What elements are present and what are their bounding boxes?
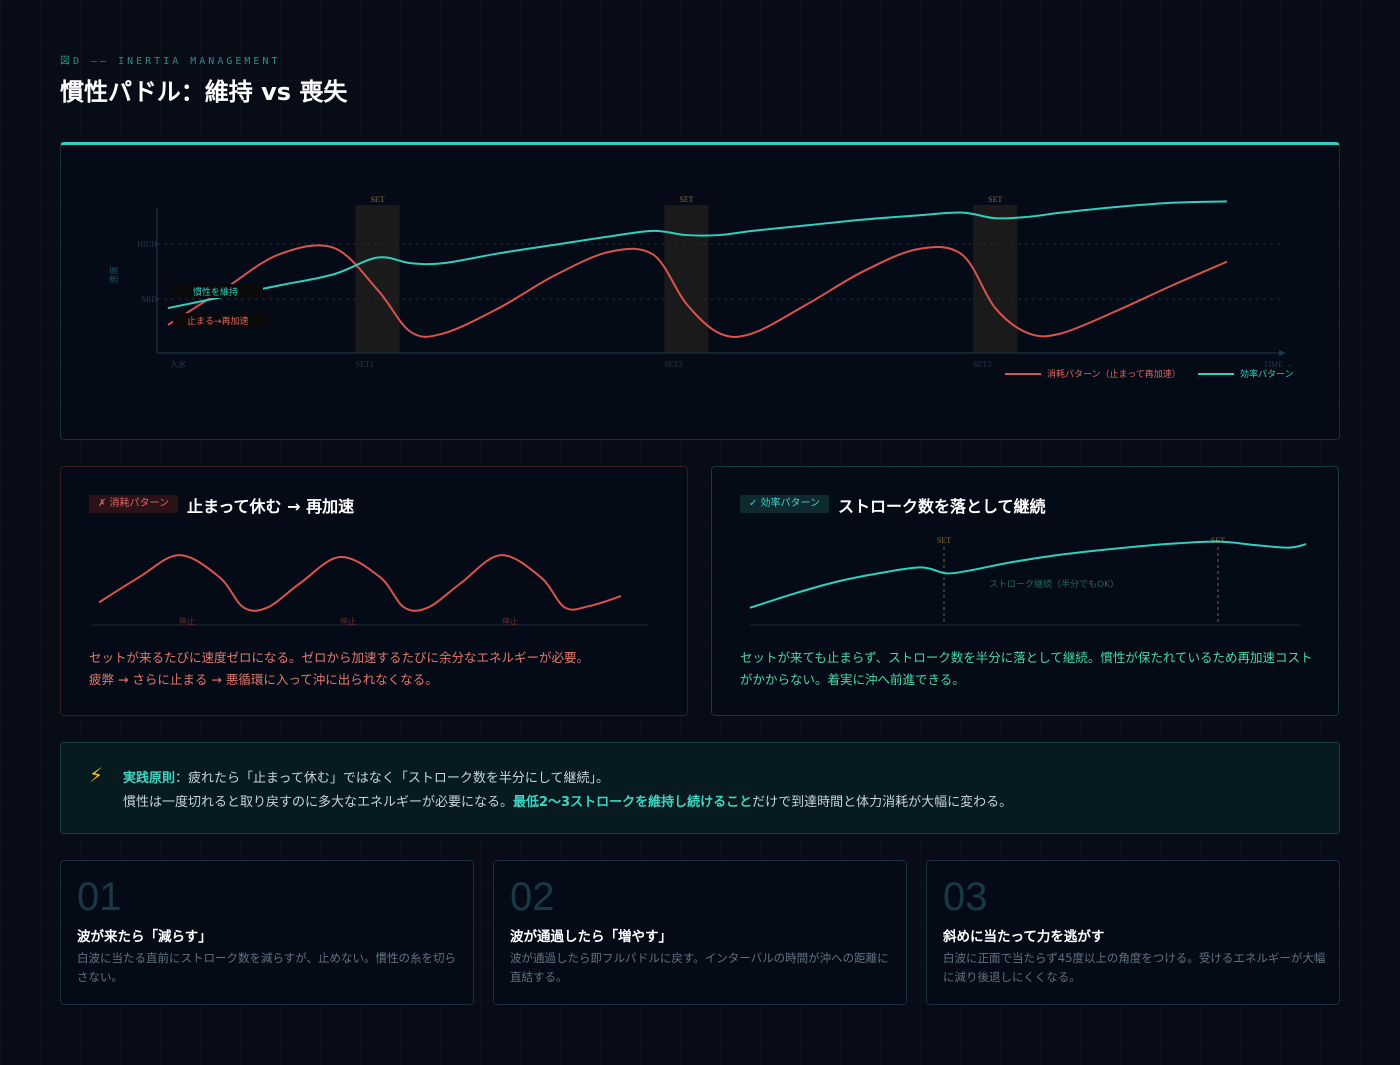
tip-card-1: 01 波が来たら「減らす」 白波に当たる直前にストローク数を減らすが、止めない。… — [60, 860, 474, 1005]
efficient-card-desc: セットが来ても止まらず、ストローク数を半分に落として継続。慣性が保たれているため… — [740, 647, 1320, 691]
x-tick-label: SET2 — [664, 360, 682, 369]
set-label: SET — [937, 536, 951, 545]
tip-desc: 白波に当たる直前にストローク数を減らすが、止めない。慣性の糸を切らさない。 — [77, 951, 457, 984]
stop-label: 停止 — [340, 616, 356, 626]
y-tick-label: MID — [141, 295, 157, 304]
waste-card-title: 止まって休む → 再加速 — [187, 497, 355, 516]
efficient-desc-line1: セットが来ても止まらず、ストローク数を半分に落として継続。慣性が保たれているため… — [740, 650, 1313, 665]
main-chart-panel: SET SET SET HIGH MID 速度 TIME → 入水 SET1 SET2 SET3 慣性… — [60, 142, 1340, 440]
principle-line2-b: だけで到達時間と体力消耗が大幅に変わる。 — [752, 795, 1013, 810]
principle-line1-text: ：疲れたら「止まって休む」ではなく「ストローク数を半分にして継続」。 — [175, 771, 609, 786]
tip-desc: 波が通過したら即フルパドルに戻す。インターバルの時間が沖への距離に直結する。 — [510, 951, 889, 984]
principle-line2-a: 慣性は一度切れると取り戻すのに多大なエネルギーが必要になる。 — [123, 795, 514, 810]
waste-badge: ✗ 消耗パターン — [89, 495, 179, 513]
efficient-mini-chart: SET SET ストローク継続（半分でもOK） — [749, 536, 1307, 626]
main-chart: SET SET SET HIGH MID 速度 TIME → 入水 SET1 SET2 SET3 慣性… — [108, 195, 1294, 380]
x-tick-label: 入水 — [170, 359, 186, 369]
efficient-badge: ✓ 効率パターン — [740, 495, 830, 513]
efficient-mini-line — [749, 540, 1307, 609]
tip-title: 斜めに当たって力を逃がす — [943, 929, 1105, 945]
set-band — [355, 205, 400, 353]
x-axis-label: TIME → — [1263, 360, 1293, 369]
legend-label: 効率パターン — [1240, 368, 1294, 380]
set-label: SET — [370, 195, 384, 204]
efficient-desc-line2: がかからない。着実に沖へ前進できる。 — [740, 672, 965, 687]
lightning-icon: ⚡ — [89, 763, 104, 787]
tip-number: 03 — [943, 875, 988, 919]
tip-desc: 白波に正面で当たらず45度以上の角度をつける。受けるエネルギーが大幅に減り後退し… — [943, 951, 1326, 984]
principle-label: 実践原則 — [123, 771, 176, 786]
annotation-label: 慣性を維持 — [193, 286, 238, 298]
principle-line2: 慣性は一度切れると取り戻すのに多大なエネルギーが必要になる。最低2〜3ストローク… — [123, 791, 1012, 810]
waste-mini-chart: 停止 停止 停止 — [91, 554, 649, 626]
waste-card-desc: セットが来るたびに速度ゼロになる。ゼロから加速するたびに余分なエネルギーが必要。… — [89, 647, 669, 691]
eyebrow: 図D —— INERTIA MANAGEMENT — [60, 56, 281, 67]
continue-annotation: ストローク継続（半分でもOK） — [989, 578, 1119, 590]
efficient-pattern-card: ✓ 効率パターン ストローク数を落として継続 SET SET ストローク継続（半分で… — [711, 466, 1339, 716]
set-label: SET — [988, 195, 1002, 204]
tip-number: 02 — [510, 875, 555, 919]
waste-mini-line — [98, 554, 622, 612]
tip-card-3: 03 斜めに当たって力を逃がす 白波に正面で当たらず45度以上の角度をつける。受… — [926, 860, 1340, 1005]
tip-title: 波が通過したら「増やす」 — [510, 929, 672, 945]
set-label: SET — [1211, 536, 1225, 545]
stop-label: 停止 — [179, 616, 195, 626]
y-axis-label: 速度 — [108, 266, 120, 284]
waste-desc-line1: セットが来るたびに速度ゼロになる。ゼロから加速するたびに余分なエネルギーが必要。 — [89, 650, 590, 665]
page-title: 慣性パドル：維持 vs 喪失 — [60, 78, 348, 106]
principle-line1: 実践原則：疲れたら「止まって休む」ではなく「ストローク数を半分にして継続」。 — [123, 767, 609, 786]
waste-desc-line2: 疲弊 → さらに止まる → 悪循環に入って沖に出られなくなる。 — [89, 672, 438, 687]
tip-title: 波が来たら「減らす」 — [77, 929, 212, 945]
x-tick-label: SET1 — [356, 360, 374, 369]
principle-line2-strong: 最低2〜3ストロークを維持し続けること — [513, 795, 753, 810]
tip-number: 01 — [77, 875, 122, 919]
annotation-label: 止まる→再加速 — [187, 315, 249, 327]
stop-label: 停止 — [502, 616, 518, 626]
efficient-card-title: ストローク数を落として継続 — [838, 497, 1046, 516]
waste-pattern-card: ✗ 消耗パターン 止まって休む → 再加速 停止 停止 停止 セットが来るたびに速度… — [60, 466, 688, 716]
y-tick-label: HIGH — [137, 240, 157, 249]
principle-callout: ⚡ 実践原則：疲れたら「止まって休む」ではなく「ストローク数を半分にして継続」。… — [60, 742, 1340, 834]
set-label: SET — [679, 195, 693, 204]
x-tick-label: SET3 — [973, 360, 991, 369]
legend-label: 消耗パターン（止まって再加速） — [1047, 368, 1181, 380]
tip-card-2: 02 波が通過したら「増やす」 波が通過したら即フルパドルに戻す。インターバルの… — [493, 860, 907, 1005]
x-axis-arrow — [1279, 350, 1286, 356]
